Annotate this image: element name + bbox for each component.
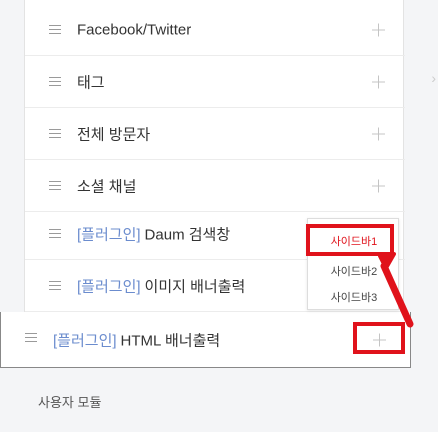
- add-plus-icon[interactable]: [372, 127, 385, 140]
- module-label: 태그: [77, 74, 105, 91]
- module-row-tag[interactable]: 태그: [25, 56, 405, 108]
- add-plus-icon[interactable]: [372, 23, 385, 36]
- arrow-indicator-icon: [378, 252, 414, 328]
- drag-handle-icon[interactable]: [49, 181, 61, 190]
- add-plus-icon[interactable]: [372, 179, 385, 192]
- drag-handle-icon[interactable]: [49, 25, 61, 34]
- module-label: [플러그인] 이미지 배너출력: [77, 275, 245, 296]
- drag-handle-icon[interactable]: [49, 281, 61, 290]
- module-label-text: HTML 배너출력: [120, 332, 221, 349]
- plugin-tag: [플러그인]: [77, 226, 141, 243]
- user-module-section-title: 사용자 모듈: [38, 395, 102, 410]
- module-label: [플러그인] HTML 배너출력: [53, 329, 220, 350]
- plugin-tag: [플러그인]: [77, 278, 141, 295]
- module-label-text: Daum 검색창: [144, 226, 231, 243]
- drag-handle-icon[interactable]: [49, 229, 61, 238]
- add-plus-icon[interactable]: [372, 75, 385, 88]
- drag-handle-icon[interactable]: [49, 77, 61, 86]
- chevron-right-icon[interactable]: ›: [431, 70, 436, 86]
- drag-handle-icon[interactable]: [25, 333, 37, 342]
- plugin-tag: [플러그인]: [53, 332, 117, 349]
- module-row-facebook-twitter[interactable]: Facebook/Twitter: [25, 4, 405, 56]
- module-row-visitors[interactable]: 전체 방문자: [25, 108, 405, 160]
- module-row-social-channel[interactable]: 소셜 채널: [25, 160, 405, 212]
- module-label-text: 이미지 배너출력: [144, 278, 246, 295]
- module-row-html-banner[interactable]: [플러그인] HTML 배너출력: [0, 312, 411, 368]
- module-label: Facebook/Twitter: [77, 21, 192, 38]
- module-label: 소셜 채널: [77, 178, 137, 195]
- module-label: [플러그인] Daum 검색창: [77, 223, 230, 244]
- module-label: 전체 방문자: [77, 126, 151, 143]
- drag-handle-icon[interactable]: [49, 129, 61, 138]
